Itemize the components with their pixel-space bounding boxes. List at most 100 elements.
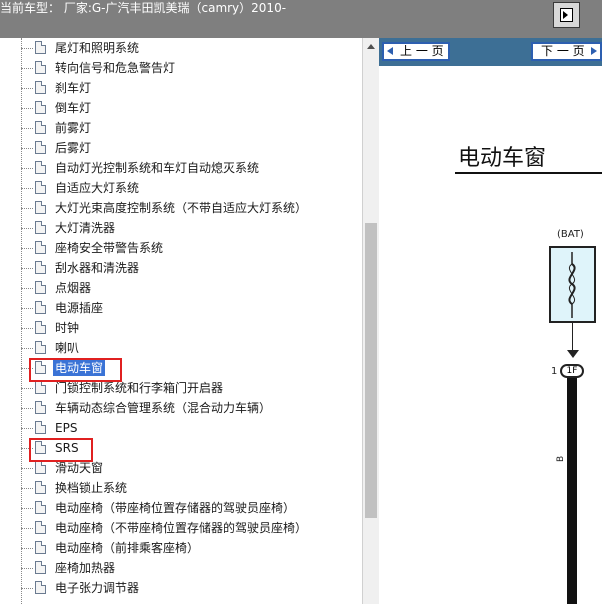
expand-panel-icon: [560, 8, 573, 22]
page-navigation-bar: 上 一 页 下 一 页: [379, 38, 602, 66]
tree-item[interactable]: 电源插座: [21, 298, 361, 318]
tree-item[interactable]: 自动灯光控制系统和车灯自动熄灭系统: [21, 158, 361, 178]
document-icon: [35, 61, 46, 74]
tree-item-label: 电动座椅（前排乘客座椅）: [55, 541, 200, 555]
tree-item[interactable]: 电动座椅（带座椅位置存储器的驾驶员座椅）: [21, 498, 361, 518]
tree-item-label: 座椅安全带警告系统: [55, 241, 164, 255]
title-underline: [455, 172, 602, 174]
tree-item-label: 换档锁止系统: [55, 481, 128, 495]
next-page-label: 下 一 页: [541, 44, 585, 58]
tree-connector-line: [21, 468, 33, 469]
wire-segment: [572, 323, 573, 353]
next-page-button[interactable]: 下 一 页: [531, 42, 602, 61]
tree-item[interactable]: 电子张力调节器: [21, 578, 361, 598]
tree-item[interactable]: 后雾灯: [21, 138, 361, 158]
tree-connector-line: [21, 168, 33, 169]
tree-connector-line: [21, 568, 33, 569]
tree-item[interactable]: 座椅安全带警告系统: [21, 238, 361, 258]
tree-item-label: 车辆动态综合管理系统（混合动力车辆）: [55, 401, 272, 415]
tree-item-label: 喇叭: [55, 341, 80, 355]
fuse-symbol: [568, 252, 576, 318]
tree-item[interactable]: EPS: [21, 418, 361, 438]
tree-item-label: 滑动天窗: [55, 461, 104, 475]
document-icon: [35, 241, 46, 254]
tree-connector-line: [21, 548, 33, 549]
tree-item-label: EPS: [55, 421, 78, 435]
tree-connector-line: [21, 388, 33, 389]
document-icon: [35, 201, 46, 214]
tree-connector-line: [21, 88, 33, 89]
document-icon: [35, 461, 46, 474]
tree-item[interactable]: 车辆动态综合管理系统（混合动力车辆）: [21, 398, 361, 418]
tree-item[interactable]: 大灯清洗器: [21, 218, 361, 238]
previous-page-label: 上 一 页: [400, 44, 444, 58]
document-icon: [35, 381, 46, 394]
document-icon: [35, 81, 46, 94]
expand-panel-button[interactable]: [553, 2, 580, 28]
document-icon: [35, 221, 46, 234]
battery-label: (BAT): [557, 229, 584, 240]
tree-item-label: 电动座椅（带座椅位置存储器的驾驶员座椅）: [55, 501, 296, 515]
tree-item-label: 门锁控制系统和行李箱门开启器: [55, 381, 224, 395]
fuse-icon: [549, 246, 596, 323]
document-icon: [35, 161, 46, 174]
tree-item[interactable]: 喇叭: [21, 338, 361, 358]
tree-item-label: 座椅加热器: [55, 561, 116, 575]
tree-item[interactable]: 电动座椅（不带座椅位置存储器的驾驶员座椅）: [21, 518, 361, 538]
document-icon: [35, 481, 46, 494]
tree-item[interactable]: 刮水器和清洗器: [21, 258, 361, 278]
tree-item[interactable]: 尾灯和照明系统: [21, 38, 361, 58]
scroll-thumb[interactable]: [365, 223, 377, 518]
tree-item[interactable]: 电动座椅（前排乘客座椅）: [21, 538, 361, 558]
tree-connector-line: [21, 588, 33, 589]
connector-pin-number: 1: [551, 366, 558, 377]
tree-item[interactable]: 倒车灯: [21, 98, 361, 118]
document-icon: [35, 301, 46, 314]
tree-connector-line: [21, 208, 33, 209]
arrow-left-icon: [387, 47, 393, 55]
document-pane: 上 一 页 下 一 页 电动车窗 (BAT) 1 1F B: [379, 38, 602, 604]
document-icon: [35, 41, 46, 54]
document-icon: [35, 421, 46, 434]
document-icon: [35, 321, 46, 334]
scroll-up-arrow-icon[interactable]: [363, 38, 379, 56]
tree-connector-line: [21, 328, 33, 329]
tree-item-label: 点烟器: [55, 281, 92, 295]
tree-connector-line: [21, 68, 33, 69]
tree-item-label: 刹车灯: [55, 81, 92, 95]
document-icon: [35, 281, 46, 294]
tree-item[interactable]: 换档锁止系统: [21, 478, 361, 498]
current-vehicle-title: 当前车型： 厂家:G-广汽丰田凯美瑞（camry）2010-: [0, 1, 287, 15]
tree-item-label: 电源插座: [55, 301, 104, 315]
tree-connector-line: [21, 248, 33, 249]
tree-connector-line: [21, 48, 33, 49]
tree-item[interactable]: 刹车灯: [21, 78, 361, 98]
previous-page-button[interactable]: 上 一 页: [382, 42, 450, 61]
tree-item-label: 后雾灯: [55, 141, 92, 155]
document-icon: [35, 541, 46, 554]
tree-item[interactable]: 转向信号和危急警告灯: [21, 58, 361, 78]
tree-scrollbar[interactable]: [362, 38, 379, 604]
tree-connector-line: [21, 408, 33, 409]
tree-item-label: 大灯清洗器: [55, 221, 116, 235]
arrow-right-icon: [591, 47, 597, 55]
tree-item[interactable]: 点烟器: [21, 278, 361, 298]
document-icon: [35, 341, 46, 354]
tree-connector-line: [21, 508, 33, 509]
tree-connector-line: [21, 108, 33, 109]
document-icon: [35, 121, 46, 134]
diagram-title: 电动车窗: [458, 146, 547, 171]
tree-connector-line: [21, 428, 33, 429]
tree-item[interactable]: 自适应大灯系统: [21, 178, 361, 198]
tree-connector-line: [21, 188, 33, 189]
tree-item[interactable]: 时钟: [21, 318, 361, 338]
document-icon: [35, 181, 46, 194]
tree-item-label: 时钟: [55, 321, 80, 335]
tree-connector-line: [21, 288, 33, 289]
tree-item[interactable]: 前雾灯: [21, 118, 361, 138]
highlight-box-srs: [29, 438, 93, 462]
wire-color-code: B: [556, 455, 566, 462]
document-icon: [35, 401, 46, 414]
tree-item[interactable]: 大灯光束高度控制系统（不带自适应大灯系统）: [21, 198, 361, 218]
tree-item[interactable]: 座椅加热器: [21, 558, 361, 578]
